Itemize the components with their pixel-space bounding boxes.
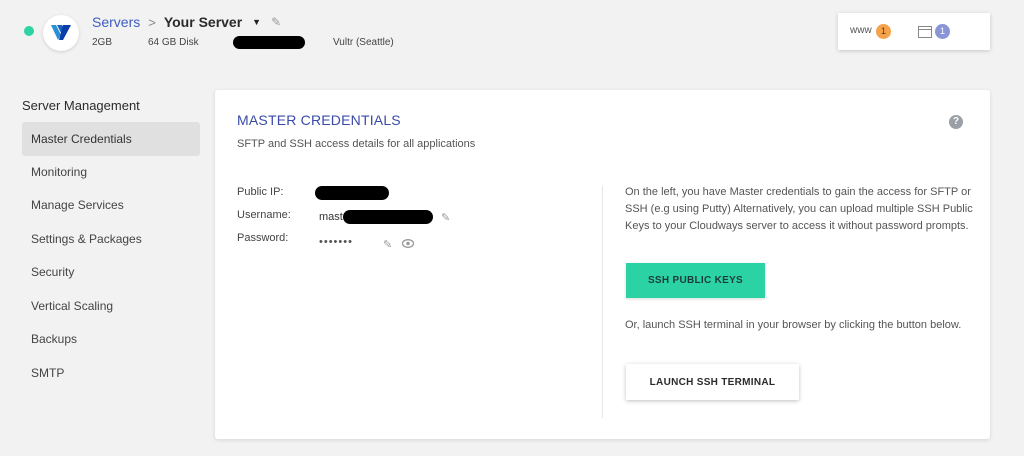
sidebar-item-manage-services[interactable]: Manage Services	[22, 188, 200, 222]
server-disk: 64 GB Disk	[148, 37, 199, 48]
sidebar-title: Server Management	[22, 98, 140, 113]
redacted-ip	[233, 36, 305, 49]
edit-server-name-icon[interactable]: ✎	[271, 15, 281, 29]
chevron-down-icon[interactable]: ▼	[252, 17, 261, 27]
edit-username-icon[interactable]: ✎	[441, 211, 450, 224]
password-label: Password:	[237, 232, 289, 244]
ssh-public-keys-button[interactable]: SSH PUBLIC KEYS	[626, 263, 765, 298]
server-name: Your Server	[163, 14, 243, 30]
sidebar-item-monitoring[interactable]: Monitoring	[22, 155, 200, 189]
card-title: MASTER CREDENTIALS	[237, 112, 401, 128]
breadcrumb: Servers > Your Server ▼ ✎	[92, 14, 281, 30]
username-value-redacted	[343, 210, 433, 224]
public-ip-value-redacted	[315, 186, 389, 200]
card-subtitle: SFTP and SSH access details for all appl…	[237, 138, 476, 150]
public-ip-label: Public IP:	[237, 186, 284, 198]
server-ram: 2GB	[92, 37, 113, 48]
ssh-keys-description: On the left, you have Master credentials…	[625, 186, 973, 232]
password-masked: •••••••	[319, 236, 353, 248]
ssh-terminal-description: Or, launch SSH terminal in your browser …	[625, 319, 962, 331]
www-label: www	[850, 25, 872, 36]
edit-password-icon[interactable]: ✎	[383, 238, 392, 251]
breadcrumb-servers-link[interactable]: Servers	[92, 14, 140, 30]
help-icon[interactable]: ?	[949, 115, 963, 129]
breadcrumb-separator: >	[148, 14, 156, 30]
show-password-eye-icon[interactable]	[401, 239, 415, 251]
username-label: Username:	[237, 209, 291, 221]
server-status-dot	[24, 26, 34, 36]
vertical-divider	[602, 186, 603, 418]
sidebar-item-settings-packages[interactable]: Settings & Packages	[22, 222, 200, 256]
server-location: Vultr (Seattle)	[333, 37, 394, 48]
apps-count-badge: 1	[935, 24, 950, 39]
sidebar-item-smtp[interactable]: SMTP	[22, 356, 200, 390]
vultr-logo-icon	[43, 15, 79, 51]
master-credentials-card: MASTER CREDENTIALS SFTP and SSH access d…	[215, 90, 990, 439]
launch-ssh-terminal-button[interactable]: LAUNCH SSH TERMINAL	[626, 364, 799, 400]
www-count-badge: 1	[876, 24, 891, 39]
application-window-icon	[918, 25, 932, 43]
server-summary-widget[interactable]: www 1 1	[838, 13, 990, 50]
username-prefix: mast	[319, 211, 343, 223]
sidebar-item-master-credentials[interactable]: Master Credentials	[22, 122, 200, 156]
sidebar-item-security[interactable]: Security	[22, 255, 200, 289]
sidebar-item-backups[interactable]: Backups	[22, 322, 200, 356]
sidebar-item-vertical-scaling[interactable]: Vertical Scaling	[22, 289, 200, 323]
